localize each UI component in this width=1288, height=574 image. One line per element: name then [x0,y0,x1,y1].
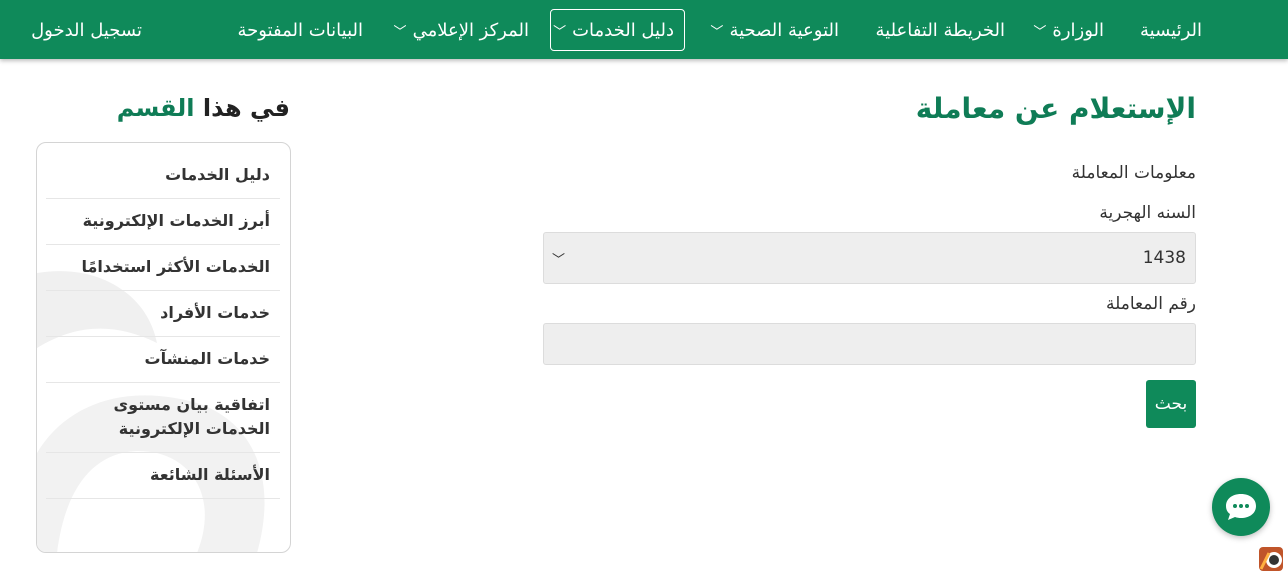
sidebar-title-part1: في هذا [202,94,290,122]
nav-item-services-guide[interactable]: دليل الخدمات ﹀ [550,9,685,51]
nav-item-interactive-map[interactable]: الخريطة التفاعلية [876,9,1005,51]
sidebar-menu: دليل الخدمات أبرز الخدمات الإلكترونية ال… [46,153,280,499]
year-label: السنه الهجرية [1099,203,1196,223]
nav-item-health-awareness[interactable]: التوعية الصحية ﹀ [710,9,839,51]
sidebar-item-top-e-services[interactable]: أبرز الخدمات الإلكترونية [46,199,280,245]
chevron-down-icon: ﹀ [393,24,407,40]
transaction-number-label: رقم المعاملة [1105,294,1196,314]
sidebar-title: في هذا القسم [117,94,290,122]
sidebar-item-individual-services[interactable]: خدمات الأفراد [46,291,280,337]
hijri-year-value: 1438 [1142,248,1186,268]
sidebar-item-sla-agreement[interactable]: اتفاقية بيان مستوى الخدمات الإلكترونية [46,383,280,453]
nav-item-home[interactable]: الرئيسية [1140,9,1202,51]
nav-item-open-data[interactable]: البيانات المفتوحة [238,9,364,51]
chevron-down-icon: ﹀ [710,24,724,40]
section-label: معلومات المعاملة [1071,163,1196,183]
sidebar-title-part2: القسم [116,94,195,122]
nav-item-media-center-label: المركز الإعلامي [412,19,529,41]
nav-item-services-guide-label: دليل الخدمات [572,19,674,41]
search-button[interactable]: بحث [1146,380,1196,428]
page-title: الإستعلام عن معاملة [915,92,1196,125]
nav-item-media-center[interactable]: المركز الإعلامي ﹀ [394,9,529,51]
nav-item-health-awareness-label: التوعية الصحية [729,19,839,41]
brand-logo-icon [1259,547,1283,571]
main-navbar: الرئيسية الوزارة ﹀ الخريطة التفاعلية الت… [0,0,1288,59]
nav-item-interactive-map-label: الخريطة التفاعلية [875,19,1005,41]
sidebar-item-faq[interactable]: الأسئلة الشائعة [46,453,280,499]
chevron-down-icon: ﹀ [1033,24,1047,40]
chevron-down-icon: ﹀ [552,252,566,268]
sidebar-item-services-guide[interactable]: دليل الخدمات [46,153,280,199]
login-link-label: تسجيل الدخول [31,19,142,41]
hijri-year-select[interactable]: 1438 ﹀ [543,232,1196,284]
section-sidebar: دليل الخدمات أبرز الخدمات الإلكترونية ال… [36,142,291,553]
chat-bubble-icon [1226,494,1256,520]
nav-item-ministry-label: الوزارة [1052,19,1104,41]
transaction-number-input[interactable] [543,323,1196,365]
sidebar-item-business-services[interactable]: خدمات المنشآت [46,337,280,383]
login-link[interactable]: تسجيل الدخول [31,9,142,51]
chevron-down-icon: ﹀ [553,24,567,40]
nav-item-ministry[interactable]: الوزارة ﹀ [1033,9,1104,51]
chat-button[interactable] [1212,478,1270,536]
nav-item-open-data-label: البيانات المفتوحة [237,19,364,41]
nav-item-home-label: الرئيسية [1140,19,1202,41]
sidebar-item-most-used-services[interactable]: الخدمات الأكثر استخدامًا [46,245,280,291]
